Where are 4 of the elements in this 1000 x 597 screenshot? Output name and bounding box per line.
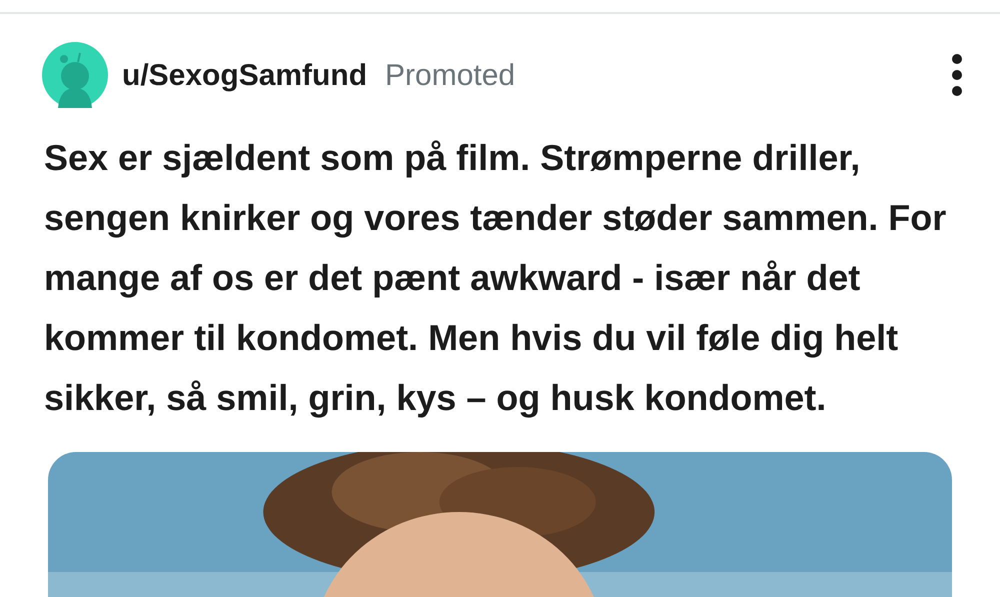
promoted-label: Promoted	[385, 58, 516, 94]
post-text: Sex er sjældent som på film. Strømperne driller, sengen knirker og vores tænder støder sammen. For mange af os er det pænt awkward - især når det kommer til kondomet. Men hvis du vil føle dig helt sikker, så smil, grin, kys – og husk kondomet.	[43, 136, 948, 420]
author-name[interactable]: u/SexogSamfund	[122, 52, 368, 98]
avatar-icon[interactable]	[42, 42, 108, 108]
